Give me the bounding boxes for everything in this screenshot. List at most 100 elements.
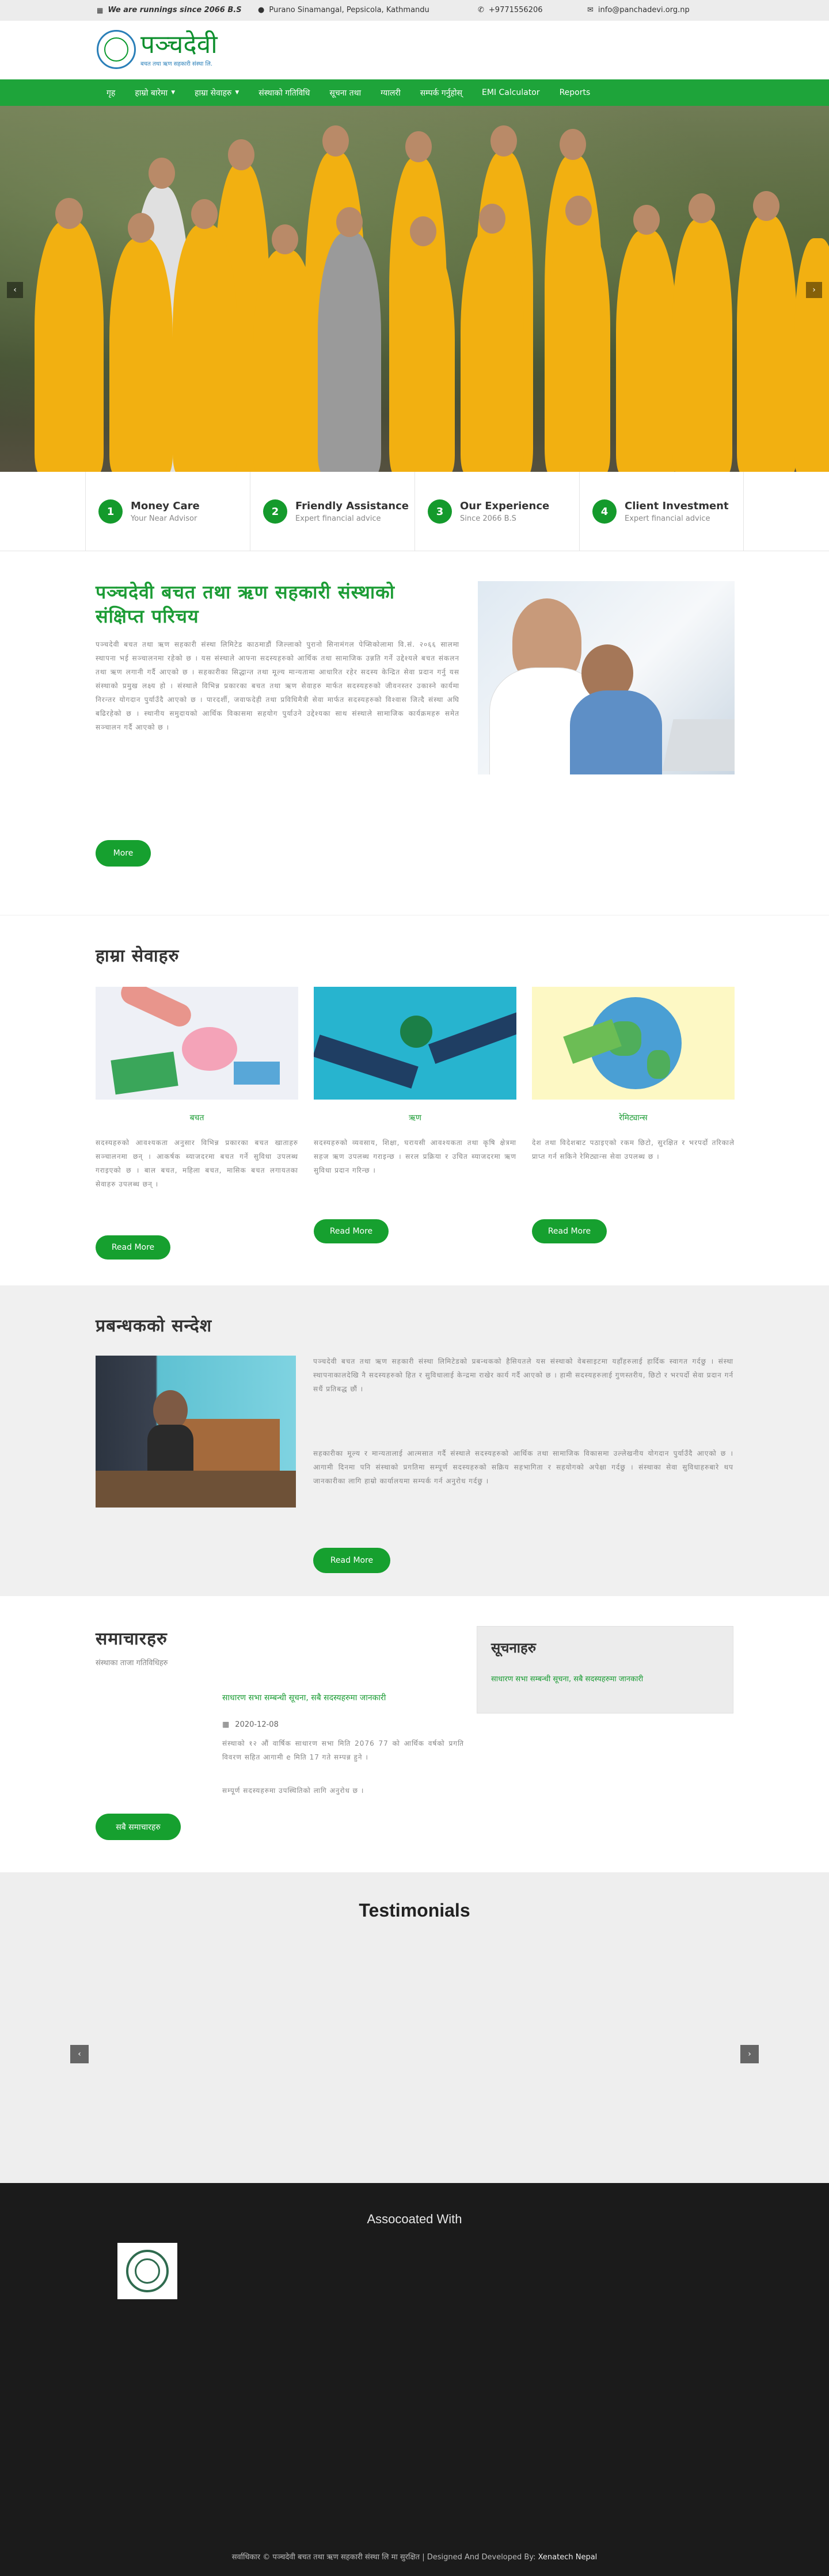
feature-subtitle: Expert financial advice	[625, 514, 710, 523]
manager-paragraph-2: सहकारीका मूल्य र मान्यतालाई आत्मसात गर्द…	[313, 1449, 733, 1485]
feature-money-care: 1 Money Care Your Near Advisor	[85, 472, 250, 551]
service-card-remittance: रेमिट्यान्स देश तथा विदेशबाट पठाइएको रकम…	[532, 987, 735, 1215]
slider-prev-button[interactable]: ‹	[7, 282, 23, 298]
feature-number: 1	[98, 499, 123, 524]
service-read-more-button[interactable]: Read More	[314, 1219, 389, 1243]
nav-item-services[interactable]: हाम्रा सेवाहरु ▼	[185, 87, 249, 98]
feature-number: 2	[263, 499, 287, 524]
manager-photo	[96, 1356, 296, 1508]
nav-item-reports[interactable]: Reports	[550, 88, 600, 97]
feature-our-experience: 3 Our Experience Since 2066 B.S	[414, 472, 579, 551]
news-date-text: 2020-12-08	[235, 1720, 279, 1729]
news-item-title[interactable]: साधारण सभा सम्बन्धी सूचना, सबै सदस्यहरुम…	[222, 1692, 464, 1704]
logo-emblem-icon	[97, 30, 136, 69]
address: ● Purano Sinamangal, Pepsicola, Kathmand…	[258, 6, 429, 14]
nav-item-about[interactable]: हाम्रो बारेमा ▼	[125, 87, 185, 98]
service-text: सदस्यहरुको व्यवसाय, शिक्षा, घरायसी आवश्य…	[314, 1139, 516, 1174]
main-nav: गृह हाम्रो बारेमा ▼ हाम्रा सेवाहरु ▼ संस्थ…	[0, 79, 829, 106]
feature-friendly-assistance: 2 Friendly Assistance Expert financial ad…	[250, 472, 414, 551]
about-section: पञ्चदेवी बचत तथा ऋण सहकारी संस्थाको संक्…	[0, 551, 829, 915]
service-read-more-button[interactable]: Read More	[96, 1235, 170, 1260]
notice-item[interactable]: साधारण सभा सम्बन्धी सूचना, सबै सदस्यहरुम…	[491, 1674, 721, 1685]
service-read-more-button[interactable]: Read More	[532, 1219, 607, 1243]
feature-subtitle: Your Near Advisor	[131, 514, 197, 523]
partner-logo[interactable]	[117, 2243, 177, 2299]
news-heading: समाचारहरु	[96, 1629, 168, 1649]
service-card-savings: बचत सदस्यहरुको आवश्यकता अनुसार विभिन्न प…	[96, 987, 298, 1215]
notice-box: सूचनाहरु साधारण सभा सम्बन्धी सूचना, सबै …	[477, 1626, 733, 1713]
chevron-left-icon: ‹	[78, 2050, 81, 2059]
footer-credits: सर्वाधिकार © पञ्चदेवी बचत तथा ऋण सहकारी …	[0, 2551, 829, 2562]
nav-item-contact[interactable]: सम्पर्क गर्नुहोस्	[410, 87, 472, 98]
news-section: समाचारहरु संस्थाका ताजा गतिविधिहरु साधार…	[0, 1596, 829, 1872]
service-title[interactable]: ऋण	[314, 1112, 516, 1123]
map-marker-icon: ●	[258, 6, 265, 14]
manager-read-more-button[interactable]: Read More	[313, 1548, 390, 1573]
site-header: पञ्चदेवी बचत तथा ऋण सहकारी संस्था लि.	[0, 21, 829, 79]
chevron-right-icon: ›	[812, 285, 816, 295]
service-text: देश तथा विदेशबाट पठाइएको रकम छिटो, सुरक्…	[532, 1139, 735, 1161]
service-title[interactable]: रेमिट्यान्स	[532, 1112, 735, 1123]
manager-heading: प्रबन्धकको सन्देश	[96, 1316, 212, 1336]
about-image	[478, 581, 735, 774]
nav-item-gallery[interactable]: ग्यालरी	[371, 87, 410, 98]
logo-subtitle: बचत तथा ऋण सहकारी संस्था लि.	[140, 60, 213, 67]
copyright-text: सर्वाधिकार © पञ्चदेवी बचत तथा ऋण सहकारी …	[231, 2553, 420, 2562]
about-body: पञ्चदेवी बचत तथा ऋण सहकारी संस्था लिमिटे…	[96, 640, 459, 731]
nav-item-home[interactable]: गृह	[97, 87, 125, 98]
caret-down-icon: ▼	[235, 90, 239, 96]
service-card-loan: ऋण सदस्यहरुको व्यवसाय, शिक्षा, घरायसी आव…	[314, 987, 516, 1215]
all-news-button[interactable]: सबै समाचारहरु	[96, 1814, 181, 1840]
hero-team-photo	[0, 106, 829, 472]
nav-item-emi-calculator[interactable]: EMI Calculator	[472, 88, 550, 97]
testimonial-next-button[interactable]: ›	[740, 2045, 759, 2063]
manager-message-section: प्रबन्धकको सन्देश पञ्चदेवी बचत तथा ऋण सह…	[0, 1285, 829, 1596]
features-strip: 1 Money Care Your Near Advisor 2 Friendly…	[0, 472, 829, 551]
news-item-text: संस्थाको १२ औं वार्षिक साधारण सभा मिति 2…	[222, 1739, 464, 1761]
email-text[interactable]: info@panchadevi.org.np	[598, 6, 690, 14]
notice-heading: सूचनाहरु	[491, 1639, 537, 1656]
service-image-remittance	[532, 987, 735, 1100]
developer-link[interactable]: Xenatech Nepal	[538, 2553, 598, 2562]
manager-paragraph-1: पञ्चदेवी बचत तथा ऋण सहकारी संस्था लिमिटे…	[313, 1357, 733, 1393]
feature-title: Client Investment	[625, 500, 729, 512]
feature-number: 4	[592, 499, 617, 524]
calendar-icon: ▦	[222, 1720, 230, 1729]
slider-next-button[interactable]: ›	[806, 282, 822, 298]
hero-slider: ‹ ›	[0, 106, 829, 472]
service-image-savings	[96, 987, 298, 1100]
caret-down-icon: ▼	[171, 90, 176, 96]
envelope-icon: ✉	[587, 6, 594, 14]
news-item-text-2: सम्पूर्ण सदस्यहरुमा उपस्थितिको लागि अनुर…	[222, 1787, 364, 1795]
feature-subtitle: Since 2066 B.S	[460, 514, 516, 523]
nav-item-notice[interactable]: सूचना तथा	[320, 87, 371, 98]
calendar-icon: ▦	[97, 6, 104, 14]
testimonials-section: Testimonials ‹ ›	[0, 1872, 829, 2183]
services-section: हाम्रा सेवाहरु बचत सदस्यहरुको आवश्यकता अ…	[0, 915, 829, 1285]
associated-heading: Assocoated With	[367, 2212, 462, 2226]
nav-item-activities[interactable]: संस्थाको गतिविधि	[249, 87, 320, 98]
testimonial-prev-button[interactable]: ‹	[70, 2045, 89, 2063]
running-text: We are runnings since 2066 B.S	[108, 6, 242, 14]
feature-title: Our Experience	[460, 500, 550, 512]
phone-text[interactable]: +9771556206	[489, 6, 543, 14]
logo-title: पञ्चदेवी	[140, 29, 218, 59]
service-title[interactable]: बचत	[96, 1112, 298, 1123]
news-subheading: संस्थाका ताजा गतिविधिहरु	[96, 1659, 168, 1667]
address-text: Purano Sinamangal, Pepsicola, Kathmandu	[269, 6, 429, 14]
feature-client-investment: 4 Client Investment Expert financial advi…	[579, 472, 744, 551]
chevron-left-icon: ‹	[13, 285, 17, 295]
partner-seal-icon	[126, 2250, 169, 2292]
phone[interactable]: ✆ +9771556206	[478, 6, 543, 14]
about-heading: पञ्चदेवी बचत तथा ऋण सहकारी संस्थाको संक्…	[96, 581, 395, 627]
about-more-button[interactable]: More	[96, 840, 151, 867]
feature-number: 3	[428, 499, 452, 524]
email[interactable]: ✉ info@panchadevi.org.np	[587, 6, 690, 14]
service-text: सदस्यहरुको आवश्यकता अनुसार विभिन्न प्रका…	[96, 1139, 298, 1188]
services-heading: हाम्रा सेवाहरु	[96, 946, 180, 966]
logo[interactable]: पञ्चदेवी बचत तथा ऋण सहकारी संस्था लि.	[97, 30, 218, 69]
associated-section: Assocoated With सर्वाधिकार © पञ्चदेवी बच…	[0, 2183, 829, 2576]
running-since: ▦ We are runnings since 2066 B.S	[97, 6, 242, 14]
news-item-date: ▦ 2020-12-08	[222, 1720, 279, 1729]
feature-subtitle: Expert financial advice	[295, 514, 381, 523]
